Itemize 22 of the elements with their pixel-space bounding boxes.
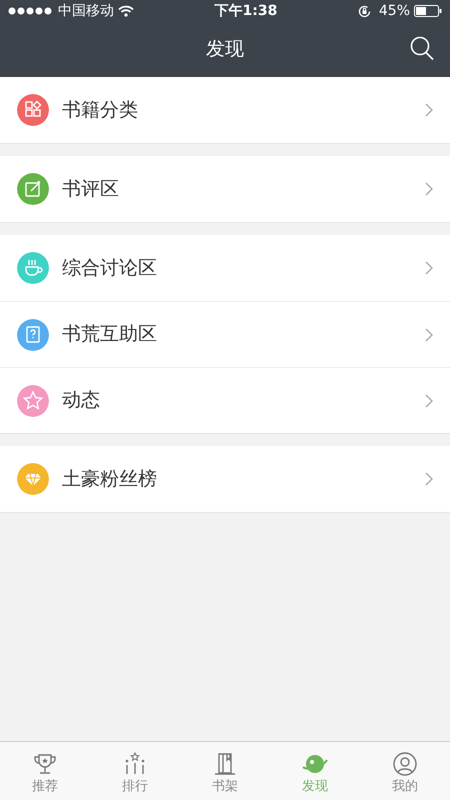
row-label: 动态	[62, 388, 101, 414]
battery-icon	[414, 5, 442, 17]
page-title: 发现	[206, 37, 244, 62]
chevron-icon	[425, 182, 433, 196]
carrier-name: 中国移动	[58, 2, 114, 20]
chevron-icon	[425, 472, 433, 486]
chevron-icon	[425, 261, 433, 275]
status-time: 下午1:38	[214, 2, 278, 20]
row-label: 土豪粉丝榜	[62, 466, 158, 492]
search-button[interactable]	[410, 36, 434, 62]
chevron-icon	[425, 328, 433, 342]
wifi-icon	[118, 5, 134, 17]
battery-percent: 45%	[378, 2, 410, 20]
user-icon	[391, 751, 419, 778]
row-label: 书评区	[62, 176, 120, 202]
row-label: 综合讨论区	[62, 256, 158, 281]
chevron-icon	[425, 394, 433, 408]
signal-icon	[8, 7, 54, 15]
rotation-lock-icon	[358, 4, 371, 18]
row-label: 书荒互助区	[62, 322, 158, 348]
chevron-icon	[425, 103, 433, 117]
row-label: 书籍分类	[62, 98, 139, 123]
